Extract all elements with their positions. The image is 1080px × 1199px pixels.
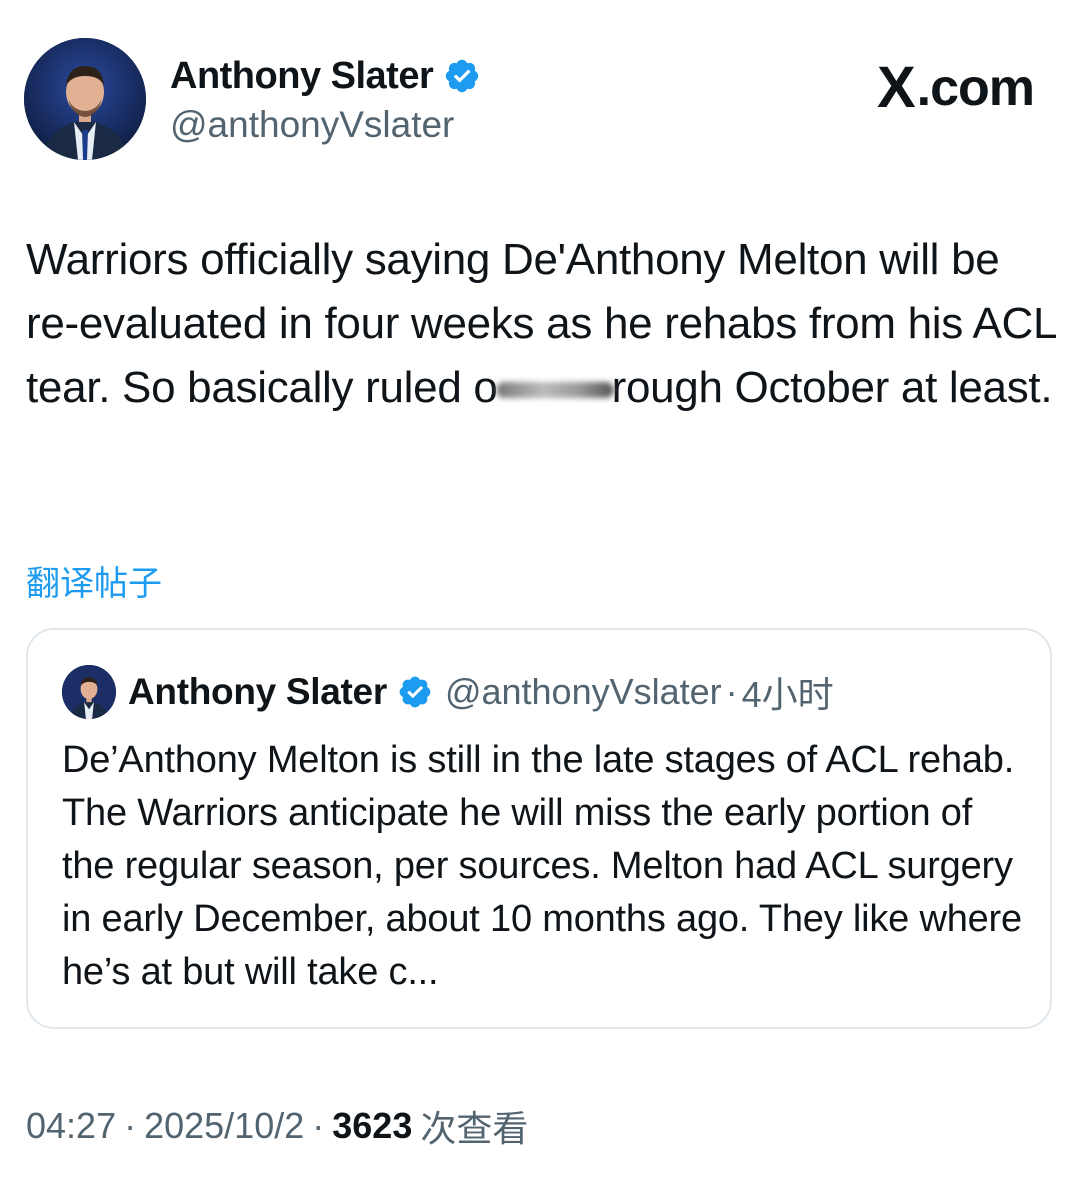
quoted-author-handle[interactable]: @anthonyVslater	[445, 671, 722, 713]
meta-separator: ·	[124, 1105, 137, 1146]
author-info: Anthony Slater @anthonyVslater	[170, 54, 481, 146]
quoted-timestamp[interactable]: 4小时	[742, 666, 834, 718]
tweet-header: Anthony Slater @anthonyVslater X .com	[24, 38, 1056, 162]
verified-badge-icon	[446, 59, 479, 93]
views-count: 3623	[332, 1105, 413, 1146]
quoted-tweet-header: Anthony Slater @anthonyVslater · 4小时	[62, 664, 834, 720]
author-handle[interactable]: @anthonyVslater	[170, 104, 481, 146]
redaction-blur	[495, 382, 614, 399]
post-time[interactable]: 04:27	[26, 1105, 116, 1147]
views-label: 次查看	[420, 1108, 529, 1149]
quoted-separator: ·	[725, 671, 738, 712]
x-logo-icon: X	[876, 55, 916, 120]
quoted-tweet-card[interactable]: Anthony Slater @anthonyVslater · 4小时 De’…	[26, 628, 1052, 1029]
author-avatar[interactable]	[24, 38, 146, 160]
meta-separator: ·	[312, 1105, 325, 1146]
author-display-name[interactable]: Anthony Slater	[170, 55, 434, 98]
quoted-tweet-text: De’Anthony Melton is still in the late s…	[62, 739, 1022, 993]
brand-domain: .com	[916, 58, 1035, 117]
translate-post-link[interactable]: 翻译帖子	[26, 556, 162, 605]
quoted-author-display-name[interactable]: Anthony Slater	[128, 671, 387, 713]
tweet-meta: 04:27 · 2025/10/2 · 3623 次查看	[26, 1100, 528, 1152]
post-date[interactable]: 2025/10/2	[144, 1105, 304, 1147]
brand-logo: X .com	[876, 54, 1035, 121]
quoted-author-avatar[interactable]	[62, 665, 116, 719]
tweet-text-part-2: rough October at least.	[611, 363, 1053, 412]
verified-badge-icon	[399, 676, 431, 708]
tweet-body: Warriors officially saying De'Anthony Me…	[26, 228, 1056, 420]
